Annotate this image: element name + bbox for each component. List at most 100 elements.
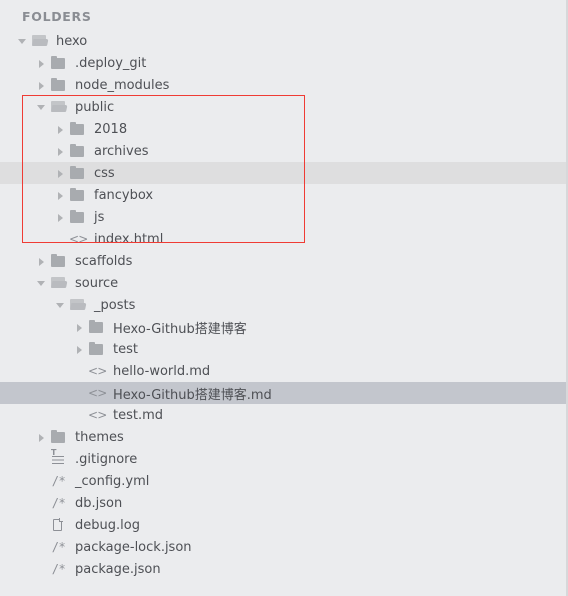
tree-row-label: public — [75, 99, 115, 115]
tree-row[interactable]: .deploy_git — [0, 52, 566, 74]
tree-row[interactable]: package.json — [0, 558, 566, 580]
tree-row[interactable]: test.md — [0, 404, 566, 426]
tree-row[interactable]: Hexo-Github搭建博客 — [0, 316, 566, 338]
tree-row-label: js — [94, 209, 105, 225]
tree-row[interactable]: debug.log — [0, 514, 566, 536]
tree-row[interactable]: package-lock.json — [0, 536, 566, 558]
config-file-icon — [50, 540, 67, 555]
chevron-right-icon[interactable] — [74, 322, 85, 333]
folder-open-icon — [69, 298, 86, 313]
folder-closed-icon — [50, 55, 67, 71]
folders-sidebar: FOLDERS hexo .deploy_git node_modulespubli… — [0, 0, 568, 596]
chevron-right-icon[interactable] — [55, 146, 66, 157]
tree-row[interactable]: hello-world.md — [0, 360, 566, 382]
tree-row[interactable]: 2018 — [0, 118, 566, 140]
tree-row[interactable]: _config.yml — [0, 470, 566, 492]
code-file-icon — [88, 408, 105, 423]
tree-row-label: hexo — [56, 33, 88, 49]
chevron-right-icon[interactable] — [55, 124, 66, 135]
tree-row[interactable]: Hexo-Github搭建博客.md — [0, 382, 566, 404]
tree-row[interactable]: node_modules — [0, 74, 566, 96]
tree-row[interactable]: public — [0, 96, 566, 118]
tree-row[interactable]: hexo — [0, 30, 566, 52]
code-file-icon — [88, 364, 105, 379]
tree-row-label: index.html — [94, 231, 164, 247]
tree-row[interactable]: db.json — [0, 492, 566, 514]
tree-row[interactable]: js — [0, 206, 566, 228]
chevron-right-icon[interactable] — [36, 432, 47, 443]
tree-row-label: .deploy_git — [75, 55, 147, 71]
chevron-down-icon[interactable] — [36, 102, 47, 113]
tree-row-label: test — [113, 341, 138, 357]
folder-open-icon — [31, 34, 48, 49]
tree-row-label: node_modules — [75, 77, 170, 93]
folder-closed-icon — [50, 429, 67, 445]
tree-row[interactable]: test — [0, 338, 566, 360]
tree-row[interactable]: .gitignore — [0, 448, 566, 470]
tree-row-label: _config.yml — [75, 473, 150, 489]
chevron-right-icon[interactable] — [55, 212, 66, 223]
folder-closed-icon — [50, 77, 67, 93]
tree-row-label: css — [94, 165, 115, 181]
code-file-icon — [88, 386, 105, 401]
config-file-icon — [50, 496, 67, 511]
folder-closed-icon — [69, 121, 86, 137]
folder-closed-icon — [88, 319, 105, 335]
tree-row-label: debug.log — [75, 517, 140, 533]
tree-row-label: fancybox — [94, 187, 154, 203]
tree-row-label: package-lock.json — [75, 539, 192, 555]
folder-closed-icon — [50, 253, 67, 269]
chevron-down-icon[interactable] — [36, 278, 47, 289]
config-file-icon — [50, 474, 67, 489]
tree-row[interactable]: css — [0, 162, 566, 184]
folder-open-icon — [50, 276, 67, 291]
chevron-right-icon[interactable] — [55, 190, 66, 201]
tree-row-label: _posts — [94, 297, 136, 313]
folder-closed-icon — [69, 143, 86, 159]
tree-row[interactable]: _posts — [0, 294, 566, 316]
chevron-right-icon[interactable] — [36, 58, 47, 69]
chevron-right-icon[interactable] — [55, 168, 66, 179]
tree-row-label: package.json — [75, 561, 161, 577]
tree-row-label: Hexo-Github搭建博客.md — [113, 387, 272, 403]
tree-row-label: db.json — [75, 495, 123, 511]
tree-row-label: hello-world.md — [113, 363, 211, 379]
chevron-right-icon[interactable] — [36, 256, 47, 267]
folder-open-icon — [50, 100, 67, 115]
tree-row-label: .gitignore — [75, 451, 138, 467]
tree-row[interactable]: archives — [0, 140, 566, 162]
panel-header-folders: FOLDERS — [22, 9, 92, 24]
tree-row-label: test.md — [113, 407, 164, 423]
tree-row-label: scaffolds — [75, 253, 133, 269]
tree-row[interactable]: source — [0, 272, 566, 294]
chevron-down-icon[interactable] — [55, 300, 66, 311]
document-file-icon — [50, 518, 67, 533]
chevron-right-icon[interactable] — [36, 80, 47, 91]
folder-closed-icon — [69, 165, 86, 181]
chevron-right-icon[interactable] — [74, 344, 85, 355]
tree-row[interactable]: scaffolds — [0, 250, 566, 272]
folder-closed-icon — [69, 187, 86, 203]
tree-row[interactable]: index.html — [0, 228, 566, 250]
chevron-down-icon[interactable] — [17, 36, 28, 47]
tree-row-label: Hexo-Github搭建博客 — [113, 321, 247, 337]
file-tree: hexo .deploy_git node_modulespublic 2018 arc… — [0, 30, 566, 580]
folder-closed-icon — [88, 341, 105, 357]
tree-row-label: 2018 — [94, 121, 128, 137]
tree-row[interactable]: themes — [0, 426, 566, 448]
code-file-icon — [69, 232, 86, 247]
config-file-icon — [50, 562, 67, 577]
folder-closed-icon — [69, 209, 86, 225]
tree-row-label: archives — [94, 143, 149, 159]
tree-row[interactable]: fancybox — [0, 184, 566, 206]
